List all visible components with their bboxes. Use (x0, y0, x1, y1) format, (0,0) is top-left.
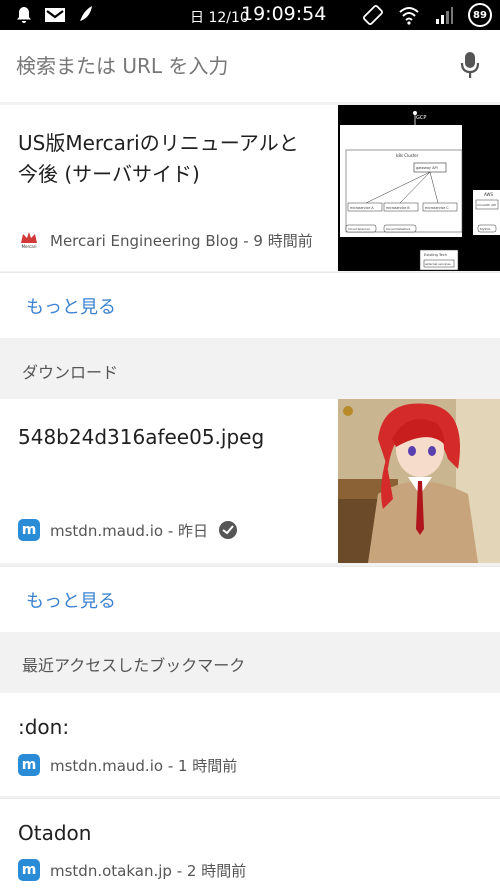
svg-text:GCP: GCP (416, 115, 426, 121)
download-source: m mstdn.maud.io - 昨日 (18, 519, 238, 541)
rotate-icon (363, 5, 383, 25)
svg-text:MySQL: MySQL (480, 227, 491, 231)
svg-text:microservice A: microservice A (350, 206, 374, 210)
bookmark-source-text: mstdn.maud.io - 1 時間前 (50, 756, 238, 775)
article-source: Mercari Mercari Engineering Blog - 9 時間前 (18, 229, 313, 251)
download-card[interactable]: 548b24d316afee05.jpeg m mstdn.maud.io - … (0, 399, 500, 563)
bookmarks-header: 最近アクセスしたブックマーク (22, 656, 246, 675)
status-time: 19:09:54 (241, 3, 327, 25)
article-title[interactable]: US版Mercariのリニューアルと今後 (サーバサイド) (18, 128, 318, 190)
microphone-icon[interactable] (460, 50, 480, 80)
mastodon-icon: m (18, 859, 40, 881)
search-input[interactable] (16, 52, 436, 80)
status-date: 日 12/10 (190, 10, 249, 26)
more-row-downloads: もっと見る (0, 566, 500, 632)
article-card[interactable]: US版Mercariのリニューアルと今後 (サーバサイド) Mercari Me… (0, 105, 500, 271)
more-button[interactable]: もっと見る (26, 293, 116, 319)
wifi-icon (399, 7, 419, 25)
bookmark-source: m mstdn.maud.io - 1 時間前 (18, 754, 237, 776)
status-bar: 日 12/10 19:09:54 89 (0, 0, 500, 30)
signal-icon (436, 7, 453, 24)
bookmark-title[interactable]: :don: (18, 715, 69, 739)
svg-text:k8s Cluster: k8s Cluster (396, 153, 419, 158)
article-source-text: Mercari Engineering Blog - 9 時間前 (50, 231, 313, 250)
bookmark-item[interactable]: :don: m mstdn.maud.io - 1 時間前 (0, 693, 500, 796)
bookmarks-section-header: 最近アクセスしたブックマーク (0, 634, 500, 692)
mastodon-icon: m (18, 754, 40, 776)
mail-icon (45, 8, 65, 22)
bookmark-source-text: mstdn.otakan.jp - 2 時間前 (50, 861, 247, 880)
svg-text:Cloud Datastore: Cloud Datastore (386, 227, 410, 231)
download-thumbnail[interactable] (338, 399, 500, 563)
search-bar (0, 30, 500, 102)
downloads-header: ダウンロード (22, 363, 119, 382)
svg-text:Mercari: Mercari (22, 244, 37, 249)
svg-text:microservice B: microservice B (386, 206, 410, 210)
bookmark-title[interactable]: Otadon (18, 821, 91, 845)
notification-bell-icon (17, 7, 31, 23)
svg-text:AWS: AWS (484, 192, 493, 197)
mercari-favicon-icon: Mercari (18, 229, 40, 251)
svg-text:microservice C: microservice C (425, 206, 449, 210)
downloads-section-header: ダウンロード (0, 341, 500, 399)
mastodon-icon: m (18, 519, 40, 541)
svg-text:monolith API: monolith API (477, 203, 496, 207)
battery-icon: 89 (468, 3, 492, 27)
article-thumbnail[interactable]: GCP k8s Cluster gateway API microservice… (338, 105, 500, 271)
bookmark-source: m mstdn.otakan.jp - 2 時間前 (18, 859, 246, 881)
svg-text:external services: external services (425, 262, 451, 266)
svg-text:gateway API: gateway API (416, 166, 438, 170)
svg-text:Existing Tech: Existing Tech (424, 253, 447, 257)
feather-icon (79, 6, 92, 24)
svg-text:Cloud Spanner: Cloud Spanner (348, 227, 371, 231)
more-row-articles: もっと見る (0, 272, 500, 338)
more-button[interactable]: もっと見る (26, 587, 116, 613)
download-title[interactable]: 548b24d316afee05.jpeg (18, 425, 264, 449)
download-source-text: mstdn.maud.io - 昨日 (50, 521, 208, 540)
bookmark-item[interactable]: Otadon m mstdn.otakan.jp - 2 時間前 (0, 798, 500, 889)
download-complete-icon (219, 521, 237, 539)
